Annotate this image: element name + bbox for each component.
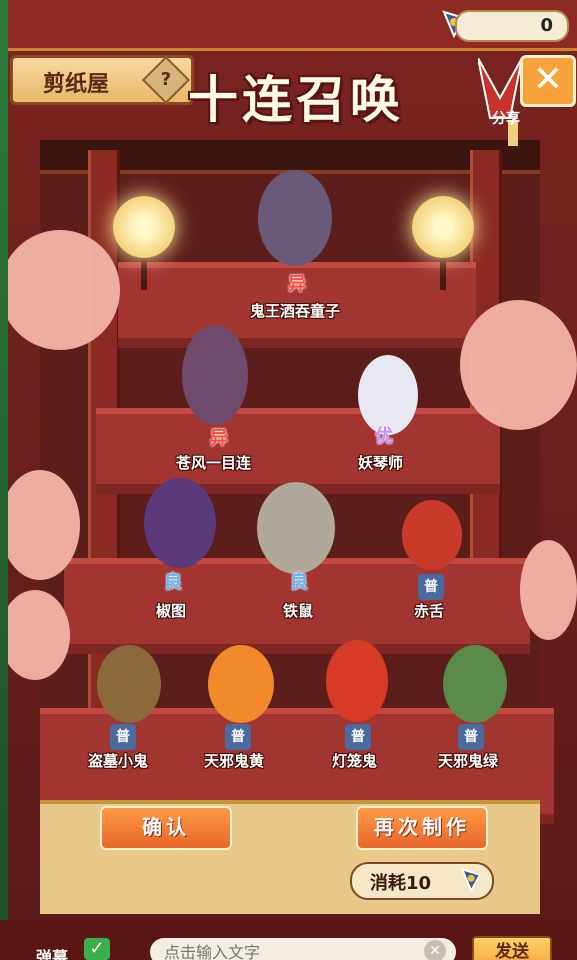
character-name: 天邪鬼绿 [438,752,499,770]
currency-amount: 0 [540,15,553,36]
character-2[interactable] [180,325,250,425]
character-1[interactable] [255,170,335,266]
character-avatar-icon [443,645,507,723]
kite-icon [460,868,482,893]
summon-scene: 剪纸屋 ? 十连召唤 0 分享 ✕ 异 鬼王酒吞童子 异 苍风一目连 优 妖琴师… [0,0,577,960]
rarity-badge: 普 [418,574,444,600]
character-avatar-icon [326,640,388,722]
chat-input[interactable] [150,938,456,960]
character-8[interactable] [206,645,276,723]
character-9[interactable] [322,640,392,722]
character-avatar-icon [258,170,332,266]
character-avatar-icon [358,355,418,435]
rarity-badge: 良 [290,572,308,593]
rarity-badge: 良 [164,572,182,593]
character-avatar-icon [402,500,462,570]
sakura-cloud-icon [520,540,577,640]
cost-display: 消耗10 [350,862,494,900]
character-4[interactable] [142,478,218,568]
character-5[interactable] [256,482,336,574]
rarity-badge: 优 [375,426,393,447]
sakura-cloud-icon [0,470,80,580]
character-avatar-icon [182,325,248,425]
character-name: 妖琴师 [358,454,404,472]
cost-label: 消耗10 [370,873,432,894]
character-avatar-icon [208,645,274,723]
character-10[interactable] [440,645,510,723]
confirm-button[interactable]: 确认 [100,806,232,850]
character-name: 灯笼鬼 [332,752,378,770]
sakura-cloud-icon [460,300,577,430]
character-3[interactable] [356,355,420,435]
rarity-badge: 异 [288,274,306,295]
danmu-checkbox[interactable]: ✓ [84,938,110,960]
character-name: 苍风一目连 [176,454,252,472]
window-edge [0,0,8,960]
rarity-badge: 普 [225,724,251,750]
share-crane-icon[interactable] [478,58,522,148]
currency-display: 0 [455,10,569,42]
banner: 剪纸屋 ? [10,55,194,105]
character-name: 天邪鬼黄 [204,752,265,770]
character-7[interactable] [94,645,164,723]
rarity-badge: 普 [345,724,371,750]
rarity-badge: 异 [210,428,228,449]
character-name: 赤舌 [414,602,445,620]
sakura-cloud-icon [0,230,120,350]
character-avatar-icon [97,645,161,723]
share-label[interactable]: 分享 [492,108,520,128]
sakura-cloud-icon [0,590,70,680]
danmu-label: 弹幕 [36,948,69,960]
character-avatar-icon [144,478,216,568]
help-icon: ? [160,69,172,90]
page-title: 十连召唤 [188,71,404,129]
character-6[interactable] [400,500,464,570]
character-avatar-icon [257,482,335,574]
clear-icon[interactable]: ✕ [424,940,446,960]
send-button[interactable]: 发送 [472,936,552,960]
close-button[interactable]: ✕ [520,55,576,107]
character-name: 椒图 [156,602,187,620]
make-again-button[interactable]: 再次制作 [356,806,488,850]
character-name: 铁鼠 [283,602,314,620]
banner-label: 剪纸屋 [43,72,110,97]
help-button[interactable]: ? [141,55,191,105]
rarity-badge: 普 [110,724,136,750]
character-name: 盗墓小鬼 [88,752,149,770]
lantern-left-icon [113,196,175,258]
rarity-badge: 普 [458,724,484,750]
lantern-right-icon [412,196,474,258]
character-name: 鬼王酒吞童子 [250,302,341,320]
